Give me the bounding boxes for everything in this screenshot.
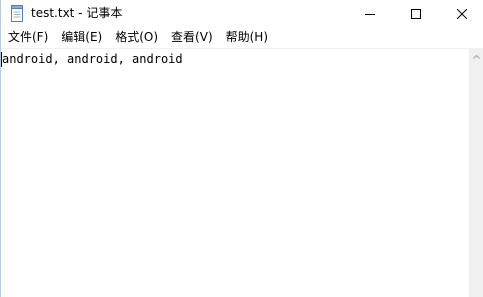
notepad-app-icon[interactable] bbox=[10, 5, 24, 22]
menu-file[interactable]: 文件(F) bbox=[1, 28, 54, 47]
scroll-up-button[interactable] bbox=[469, 48, 483, 65]
maximize-button[interactable] bbox=[393, 0, 439, 28]
text-editor[interactable]: android, android, android bbox=[1, 48, 469, 297]
menu-bar: 文件(F) 编辑(E) 格式(O) 查看(V) 帮助(H) bbox=[1, 28, 483, 47]
minimize-icon bbox=[365, 14, 375, 15]
notepad-window: test.txt - 记事本 文件(F) 编辑(E) 格式(O) 查看(V) 帮… bbox=[0, 0, 483, 297]
maximize-icon bbox=[411, 9, 421, 19]
menu-format[interactable]: 格式(O) bbox=[108, 28, 164, 47]
close-icon bbox=[457, 9, 467, 19]
editor-content: android, android, android bbox=[2, 52, 183, 66]
window-title: test.txt - 记事本 bbox=[31, 6, 123, 20]
close-button[interactable] bbox=[439, 0, 483, 28]
title-bar[interactable]: test.txt - 记事本 bbox=[1, 0, 483, 28]
menu-view[interactable]: 查看(V) bbox=[164, 28, 219, 47]
vertical-scrollbar[interactable] bbox=[469, 48, 483, 297]
chevron-up-icon bbox=[473, 54, 480, 59]
menu-edit[interactable]: 编辑(E) bbox=[54, 28, 108, 47]
minimize-button[interactable] bbox=[347, 0, 393, 28]
menu-help[interactable]: 帮助(H) bbox=[219, 28, 274, 47]
